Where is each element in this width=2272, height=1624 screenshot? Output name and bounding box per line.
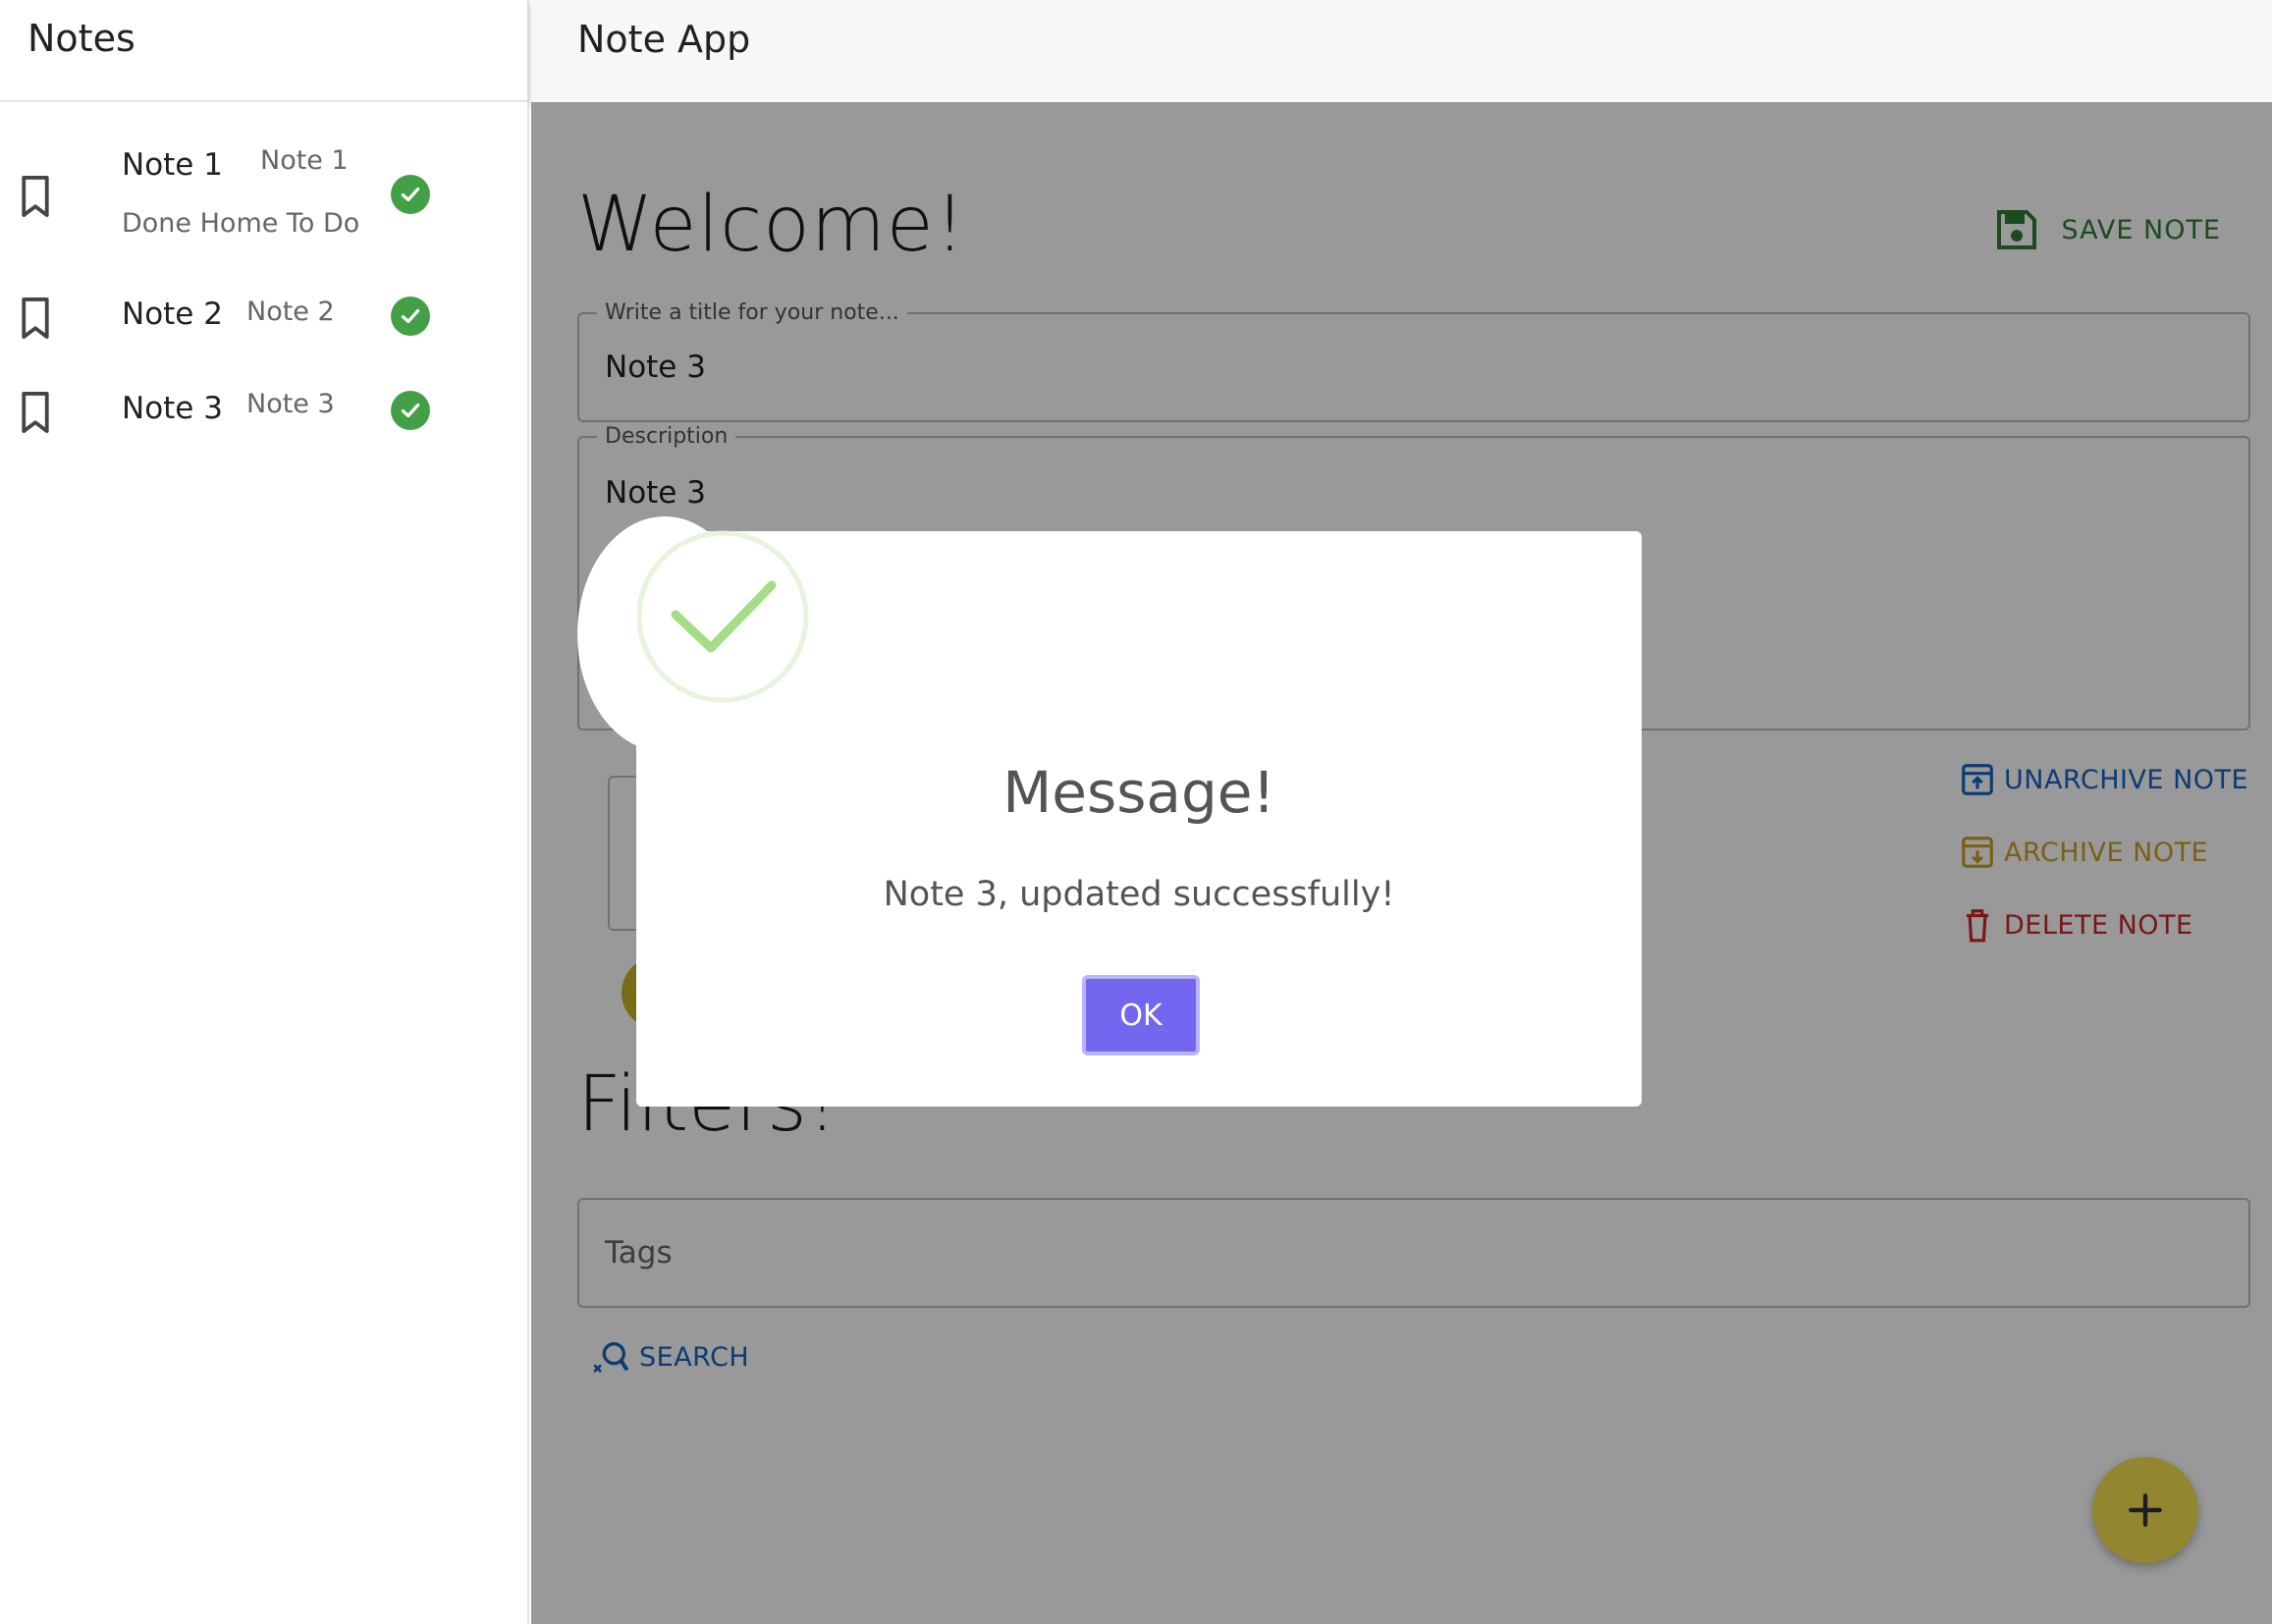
note-list-item-1[interactable]: Note 1 Note 1 Done Home To Do (0, 118, 529, 245)
note-description: Note 3 (246, 389, 335, 419)
bookmark-icon[interactable] (18, 297, 53, 340)
done-check-icon (391, 297, 430, 336)
ok-button[interactable]: OK (1082, 975, 1200, 1056)
dialog-message: Note 3, updated successfully! (883, 875, 1395, 914)
note-description: Note 1 (260, 145, 349, 176)
note-description: Note 2 (246, 297, 335, 327)
success-check-icon (636, 530, 809, 703)
done-check-icon (391, 391, 430, 430)
sidebar-title: Notes (27, 17, 135, 60)
dialog-title: Message! (1002, 759, 1275, 826)
note-list-item-2[interactable]: Note 2 Note 2 (0, 275, 529, 353)
app-title: Note App (577, 18, 751, 61)
notes-sidebar: Notes Note 1 Note 1 Done Home To Do Note… (0, 0, 529, 1624)
sidebar-header: Notes (0, 0, 527, 102)
note-name: Note 1 (122, 147, 223, 183)
bookmark-icon[interactable] (18, 175, 53, 218)
note-name: Note 2 (122, 297, 223, 332)
note-tags: Done Home To Do (122, 208, 360, 239)
note-list-item-3[interactable]: Note 3 Note 3 (0, 369, 529, 448)
note-name: Note 3 (122, 391, 223, 426)
done-check-icon (391, 175, 430, 214)
app-bar: Note App (531, 0, 2272, 102)
bookmark-icon[interactable] (18, 391, 53, 434)
